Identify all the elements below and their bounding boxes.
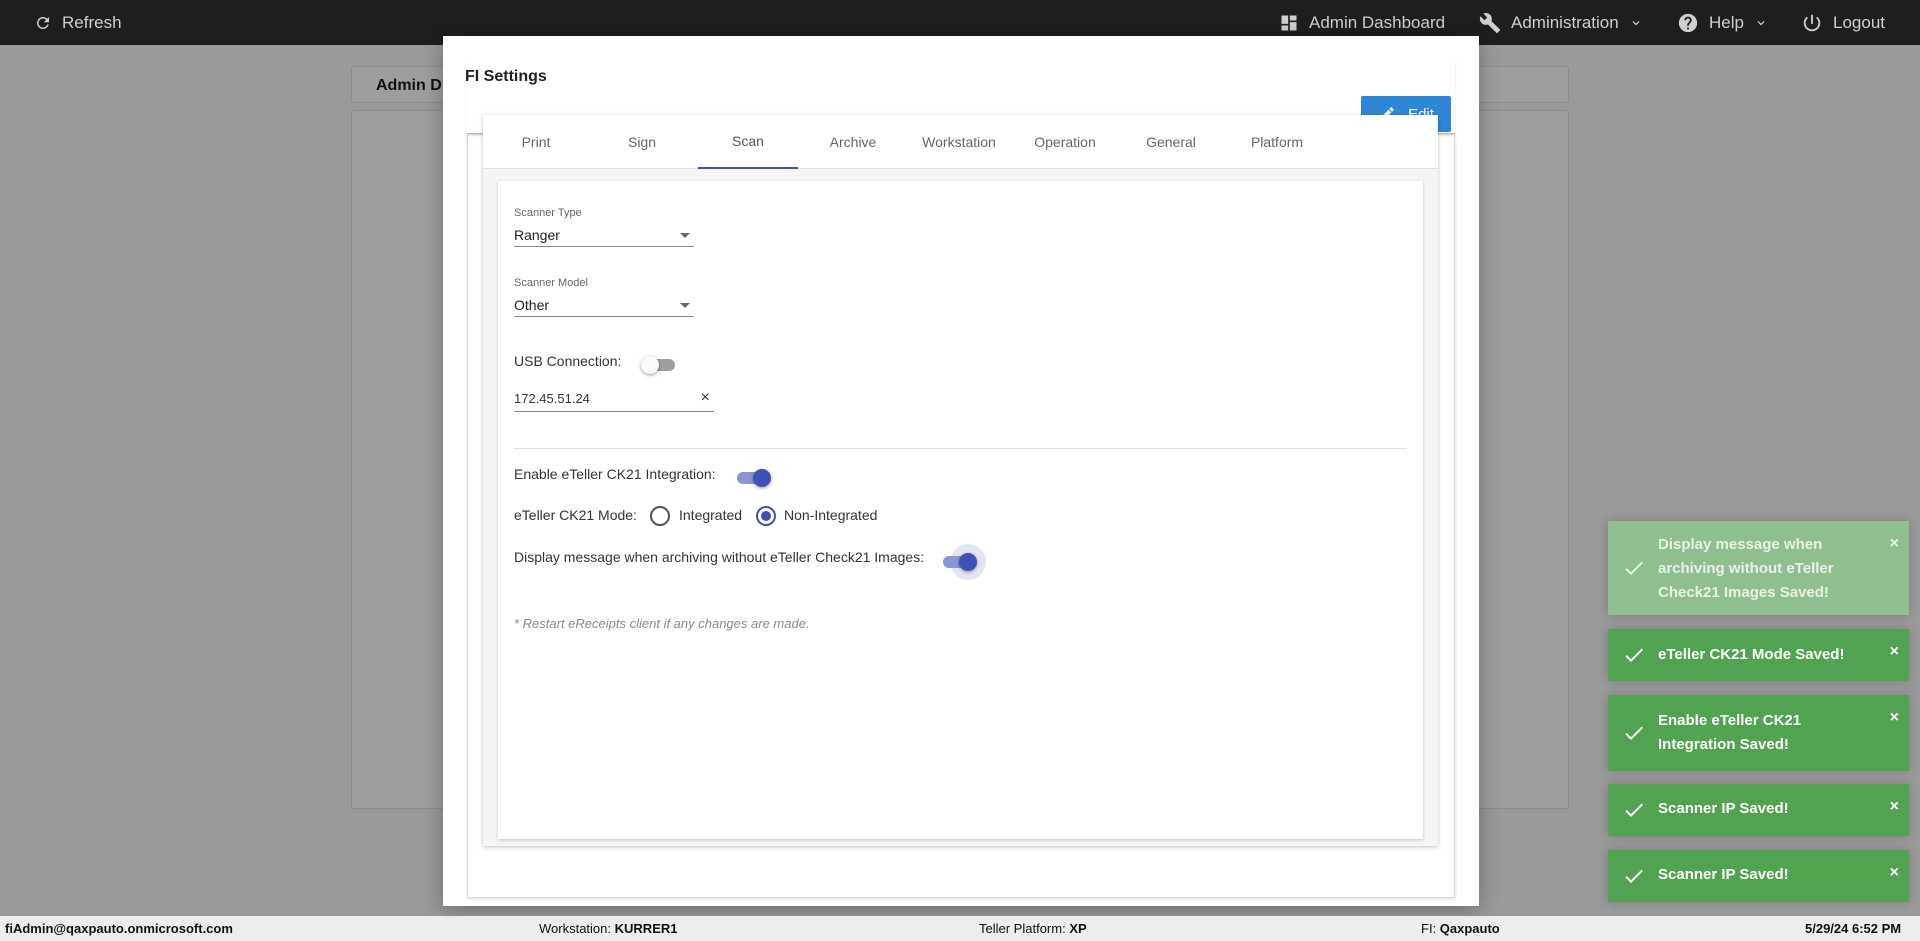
toggle-thumb [959,553,977,571]
tab-print[interactable]: Print [486,115,586,169]
tab-sign[interactable]: Sign [592,115,692,169]
dropdown-arrow-icon [680,233,690,238]
close-icon[interactable]: × [1890,535,1899,553]
administration-label: Administration [1511,12,1619,32]
close-icon[interactable]: × [1890,864,1899,882]
toast-notification[interactable]: Enable eTeller CK21 Integration Saved! × [1608,695,1909,771]
scan-settings-panel: Scanner Type Ranger Scanner Model Other … [498,181,1423,839]
dropdown-arrow-icon [680,303,690,308]
toast-notification[interactable]: Scanner IP Saved! × [1608,784,1909,836]
tab-platform[interactable]: Platform [1227,115,1327,169]
usb-connection-label: USB Connection: [514,353,622,369]
tab-general[interactable]: General [1121,115,1221,169]
status-bar: fiAdmin@qaxpauto.onmicrosoft.com Worksta… [0,916,1920,941]
toast-notification[interactable]: eTeller CK21 Mode Saved! × [1608,629,1909,681]
status-fi: FI: Qaxpauto [1421,921,1500,936]
close-icon[interactable]: × [1890,709,1899,727]
scanner-type-select[interactable]: Ranger [514,223,694,247]
toast-message: Display message when archiving without e… [1658,536,1834,601]
scanner-model-value: Other [514,297,550,313]
scanner-type-value: Ranger [514,227,560,243]
help-label: Help [1709,12,1744,32]
clear-icon[interactable]: × [701,389,710,407]
ck21-mode-label: eTeller CK21 Mode: [514,507,637,523]
close-icon[interactable]: × [1890,798,1899,816]
check-icon [1625,869,1643,883]
radio-integrated-label[interactable]: Integrated [679,507,742,523]
check-icon [1625,561,1643,575]
toggle-thumb [753,469,771,487]
scanner-model-select[interactable]: Other [514,293,694,317]
status-fi-value: Qaxpauto [1439,921,1500,936]
display-message-label: Display message when archiving without e… [514,549,925,565]
refresh-label: Refresh [62,12,122,32]
check-icon [1625,726,1643,740]
help-icon [1678,13,1698,32]
toast-notification[interactable]: Display message when archiving without e… [1608,521,1909,615]
toast-notification[interactable]: Scanner IP Saved! × [1608,850,1909,902]
dashboard-icon [1281,15,1297,30]
section-divider [514,448,1407,449]
status-fi-label: FI: [1421,921,1437,936]
scanner-type-label: Scanner Type [514,207,582,219]
dialog-title: FI Settings [465,68,547,85]
tab-workstation[interactable]: Workstation [909,115,1009,169]
tab-scan[interactable]: Scan [698,115,798,169]
status-user: fiAdmin@qaxpauto.onmicrosoft.com [5,921,233,936]
background-page-title: Admin D [376,77,442,94]
radio-non-integrated[interactable] [756,506,776,526]
refresh-button[interactable]: Refresh [34,0,122,45]
chevron-down-icon [1757,20,1765,25]
display-message-toggle[interactable] [941,544,986,580]
scanner-model-label: Scanner Model [514,277,588,289]
status-workstation: Workstation: KURRER1 [539,921,677,936]
tab-operation[interactable]: Operation [1015,115,1115,169]
toggle-thumb [641,356,659,374]
settings-tabs: Print Sign Scan Archive Workstation Oper… [483,115,1438,169]
administration-menu[interactable]: Administration [1479,0,1643,45]
status-workstation-value: KURRER1 [614,921,678,936]
help-menu[interactable]: Help [1677,0,1768,45]
radio-integrated[interactable] [650,506,670,526]
ck21-integration-label: Enable eTeller CK21 Integration: [514,466,716,482]
toast-message: Scanner IP Saved! [1658,800,1789,817]
restart-note: * Restart eReceipts client if any change… [514,616,810,631]
ck21-integration-toggle[interactable] [735,468,771,488]
logout-label: Logout [1833,12,1885,32]
check-icon [1625,803,1643,817]
radio-non-integrated-label[interactable]: Non-Integrated [784,507,877,523]
toast-message: Scanner IP Saved! [1658,866,1789,883]
power-icon [1803,14,1821,31]
scanner-ip-input[interactable]: 172.45.51.24 × [514,388,714,412]
status-datetime: 5/29/24 6:52 PM [1805,921,1902,936]
tab-archive[interactable]: Archive [803,115,903,169]
refresh-icon [36,16,49,29]
logout-button[interactable]: Logout [1801,0,1885,45]
status-teller-platform: Teller Platform: XP [979,921,1087,936]
status-platform-value: XP [1069,921,1087,936]
admin-dashboard-label: Admin Dashboard [1309,12,1446,32]
wrench-icon [1479,12,1501,33]
toast-message: Enable eTeller CK21 Integration Saved! [1658,712,1802,753]
status-workstation-label: Workstation: [539,921,612,936]
toast-message: eTeller CK21 Mode Saved! [1658,646,1845,663]
usb-connection-toggle[interactable] [641,355,677,375]
chevron-down-icon [1632,20,1640,25]
close-icon[interactable]: × [1890,643,1899,661]
status-platform-label: Teller Platform: [979,921,1066,936]
scanner-ip-value: 172.45.51.24 [514,391,590,406]
check-icon [1625,648,1643,662]
